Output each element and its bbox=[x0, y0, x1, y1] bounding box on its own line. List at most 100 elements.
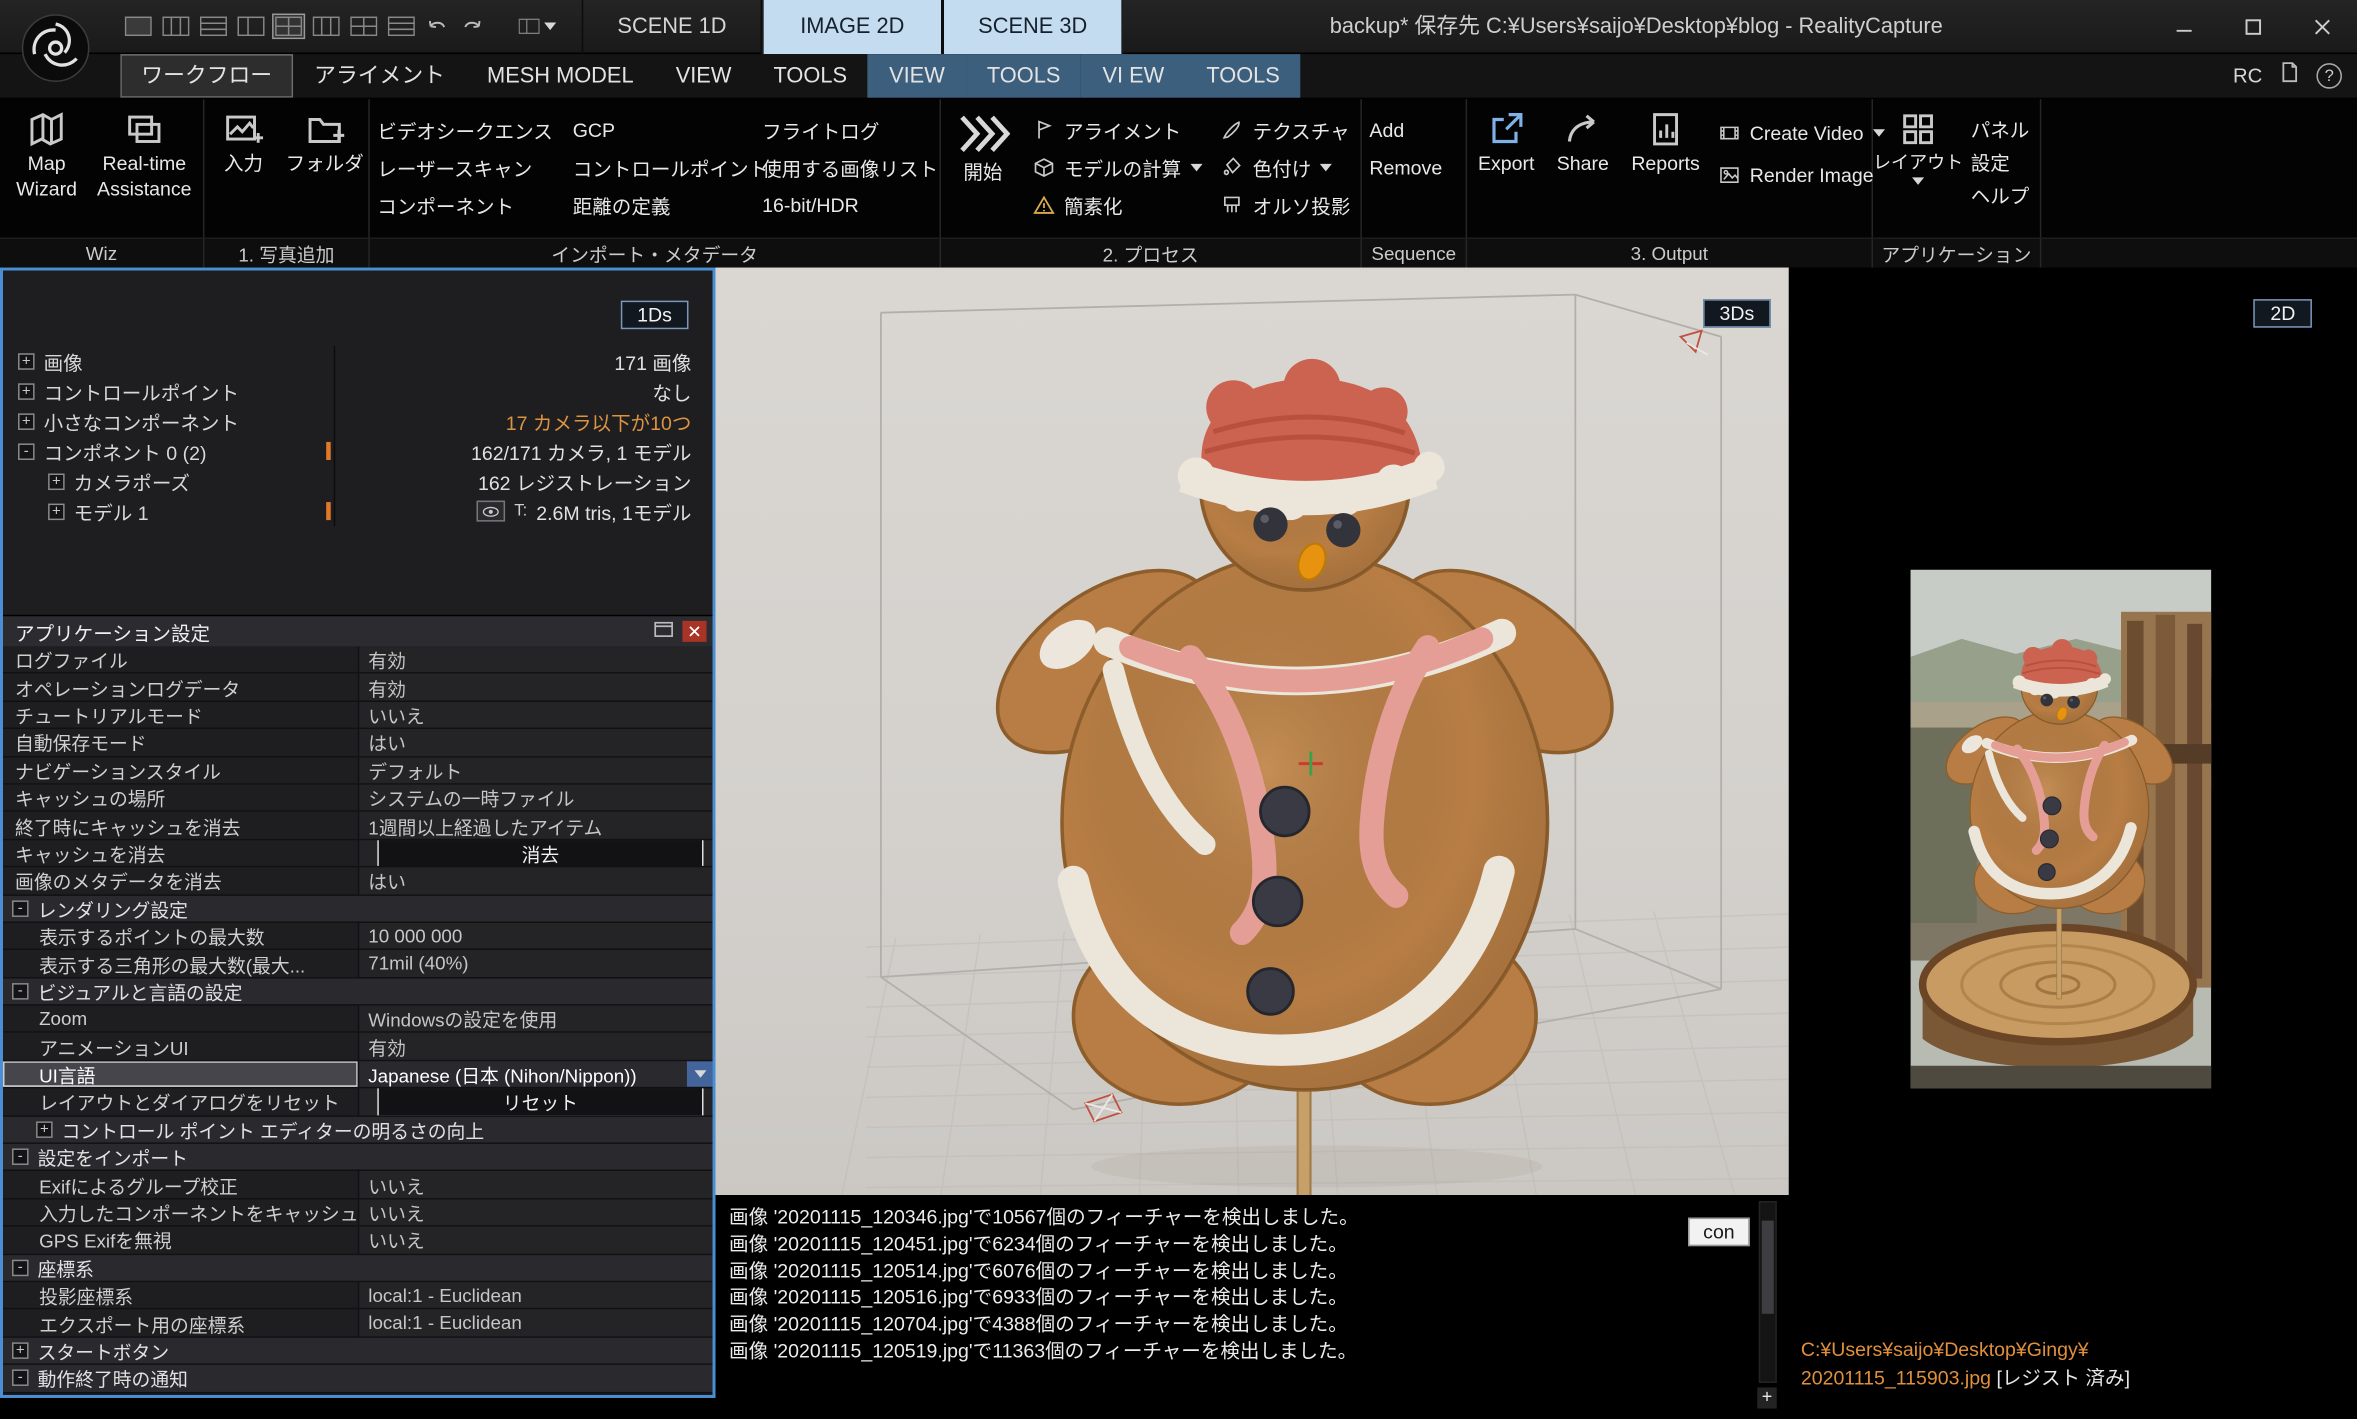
layout-preset-icon-3[interactable] bbox=[198, 15, 228, 38]
ribbon-tab-tools-2[interactable]: TOOLS bbox=[966, 54, 1082, 98]
settings-section-cp-editor-brightness[interactable]: +コントロール ポイント エディターの明るさの向上 bbox=[3, 1116, 713, 1144]
add-images-button[interactable]: 入力 bbox=[204, 104, 282, 175]
map-wizard-button[interactable]: Map Wizard bbox=[0, 104, 93, 200]
share-button[interactable]: Share bbox=[1545, 104, 1620, 175]
ribbon-tab-tools-1[interactable]: TOOLS bbox=[752, 54, 868, 98]
setting-value[interactable]: local:1 - Euclidean bbox=[358, 1310, 713, 1336]
clear-cache-button[interactable]: 消去 bbox=[377, 840, 703, 866]
visibility-eye-icon[interactable] bbox=[477, 501, 506, 522]
layout-preset-icon-5[interactable] bbox=[274, 15, 304, 38]
image-list-button[interactable]: 使用する画像リスト bbox=[755, 149, 938, 187]
console-expand-button[interactable]: + bbox=[1757, 1387, 1777, 1408]
realtime-assistance-button[interactable]: Real-time Assistance bbox=[93, 104, 195, 200]
component-button[interactable]: コンポーネント bbox=[370, 186, 565, 224]
control-points-button[interactable]: コントロールポイント bbox=[565, 149, 754, 187]
sequence-remove-button[interactable]: Remove bbox=[1362, 149, 1458, 187]
create-video-button[interactable]: Create Video bbox=[1711, 111, 1870, 153]
layout-button[interactable]: レイアウト bbox=[1873, 104, 1963, 185]
settings-section-import-settings[interactable]: -設定をインポート bbox=[3, 1144, 713, 1172]
flight-log-button[interactable]: フライトログ bbox=[755, 111, 938, 149]
expand-icon[interactable]: + bbox=[18, 353, 35, 370]
tab-scene-3d[interactable]: SCENE 3D bbox=[943, 0, 1123, 54]
laser-scan-button[interactable]: レーザースキャン bbox=[370, 149, 565, 187]
ribbon-tab-mesh-model[interactable]: MESH MODEL bbox=[466, 54, 655, 98]
alignment-button[interactable]: アライメント bbox=[1025, 111, 1214, 149]
scene-3d-viewport[interactable]: 3Ds bbox=[716, 268, 1789, 1195]
expand-icon[interactable]: + bbox=[18, 383, 35, 400]
setting-value[interactable]: はい bbox=[358, 868, 713, 894]
tree-row-model-1[interactable]: +モデル 1 T:2.6M tris, 1モデル bbox=[3, 496, 713, 526]
define-distance-button[interactable]: 距離の定義 bbox=[565, 186, 754, 224]
tree-row-images[interactable]: +画像 171 画像 bbox=[3, 346, 713, 376]
scrollbar-thumb[interactable] bbox=[1762, 1221, 1774, 1314]
ribbon-tab-tools-3[interactable]: TOOLS bbox=[1185, 54, 1301, 98]
redo-icon[interactable] bbox=[458, 13, 485, 40]
setting-value[interactable]: はい bbox=[358, 729, 713, 755]
setting-value[interactable]: 有効 bbox=[358, 674, 713, 700]
layout-preset-icon-2[interactable] bbox=[161, 15, 191, 38]
undo-icon[interactable] bbox=[424, 13, 451, 40]
setting-value[interactable]: 有効 bbox=[358, 1033, 713, 1059]
console-scrollbar[interactable] bbox=[1759, 1201, 1777, 1383]
settings-section-start-buttons[interactable]: +スタートボタン bbox=[3, 1337, 713, 1365]
setting-value[interactable]: 71mil (40%) bbox=[358, 950, 713, 976]
tab-image-2d[interactable]: IMAGE 2D bbox=[762, 0, 942, 54]
settings-section-rendering[interactable]: -レンダリング設定 bbox=[3, 895, 713, 923]
tree-row-control-points[interactable]: +コントロールポイント なし bbox=[3, 376, 713, 406]
colorize-button[interactable]: 色付け bbox=[1214, 149, 1361, 187]
settings-section-coordinate-systems[interactable]: -座標系 bbox=[3, 1255, 713, 1283]
settings-section-end-notification[interactable]: -動作終了時の通知 bbox=[3, 1365, 713, 1393]
layout-preset-icon-4[interactable] bbox=[236, 15, 266, 38]
sequence-add-button[interactable]: Add bbox=[1362, 111, 1458, 149]
maximize-button[interactable] bbox=[2219, 0, 2288, 53]
hdr-button[interactable]: 16-bit/HDR bbox=[755, 186, 938, 224]
setting-value[interactable]: いいえ bbox=[358, 1227, 713, 1253]
ribbon-tab-alignment[interactable]: アライメント bbox=[293, 54, 466, 98]
expand-icon[interactable]: + bbox=[18, 413, 35, 430]
export-button[interactable]: Export bbox=[1467, 104, 1545, 175]
document-icon[interactable] bbox=[2277, 60, 2301, 92]
setting-value[interactable]: システムの一時ファイル bbox=[358, 785, 713, 811]
close-button[interactable] bbox=[2288, 0, 2357, 53]
settings-button[interactable]: 設定 bbox=[1963, 144, 2035, 177]
dock-panel-icon[interactable] bbox=[652, 618, 675, 645]
simplify-button[interactable]: 簡素化 bbox=[1025, 186, 1214, 224]
gcp-button[interactable]: GCP bbox=[565, 111, 754, 149]
settings-section-visual-language[interactable]: -ビジュアルと言語の設定 bbox=[3, 978, 713, 1006]
video-sequence-button[interactable]: ビデオシークエンス bbox=[370, 111, 565, 149]
ortho-projection-button[interactable]: オルソ投影 bbox=[1214, 186, 1361, 224]
ui-language-dropdown[interactable] bbox=[687, 1061, 713, 1087]
view-type-chip-2d[interactable]: 2D bbox=[2254, 299, 2312, 328]
tree-row-component-0[interactable]: -コンポネント 0 (2) 162/171 カメラ, 1 モデル bbox=[3, 436, 713, 466]
collapse-icon[interactable]: - bbox=[18, 443, 35, 460]
setting-value[interactable]: Windowsの設定を使用 bbox=[358, 1006, 713, 1032]
tree-row-small-components[interactable]: +小さなコンポーネント 17 カメラ以下が10つ bbox=[3, 406, 713, 436]
setting-value[interactable]: 有効 bbox=[358, 646, 713, 672]
tab-scene-1d[interactable]: SCENE 1D bbox=[582, 0, 762, 54]
settings-row-ui-language[interactable]: UI言語 Japanese (日本 (Nihon/Nippon)) bbox=[3, 1061, 713, 1089]
console-tab-chip[interactable]: con bbox=[1688, 1218, 1750, 1247]
help-button[interactable]: ヘルプ bbox=[1963, 177, 2035, 210]
layout-preset-icon-8[interactable] bbox=[386, 15, 416, 38]
setting-value[interactable]: いいえ bbox=[358, 1199, 713, 1225]
start-button[interactable]: 開始 bbox=[941, 104, 1025, 184]
setting-value[interactable]: 10 000 000 bbox=[358, 923, 713, 949]
calculate-model-button[interactable]: モデルの計算 bbox=[1025, 149, 1214, 187]
reports-button[interactable]: Reports bbox=[1620, 104, 1710, 175]
setting-value[interactable]: いいえ bbox=[358, 1172, 713, 1198]
expand-icon[interactable]: + bbox=[48, 473, 65, 490]
close-panel-icon[interactable] bbox=[682, 621, 706, 642]
reset-layout-button[interactable]: リセット bbox=[377, 1089, 703, 1115]
3d-scene[interactable] bbox=[716, 268, 1789, 1195]
layout-preset-icon-7[interactable] bbox=[349, 15, 379, 38]
texture-button[interactable]: テクスチャ bbox=[1214, 111, 1361, 149]
toolbar-options-icon[interactable] bbox=[517, 15, 558, 38]
render-image-button[interactable]: Render Image bbox=[1711, 153, 1870, 195]
minimize-button[interactable] bbox=[2150, 0, 2219, 53]
help-icon[interactable]: ? bbox=[2316, 63, 2342, 89]
2d-photo[interactable] bbox=[1911, 570, 2212, 1089]
setting-value[interactable]: デフォルト bbox=[358, 757, 713, 783]
setting-value[interactable]: いいえ bbox=[358, 702, 713, 728]
ribbon-tab-view-3[interactable]: VI EW bbox=[1081, 54, 1185, 98]
ribbon-tab-view-2[interactable]: VIEW bbox=[868, 54, 966, 98]
